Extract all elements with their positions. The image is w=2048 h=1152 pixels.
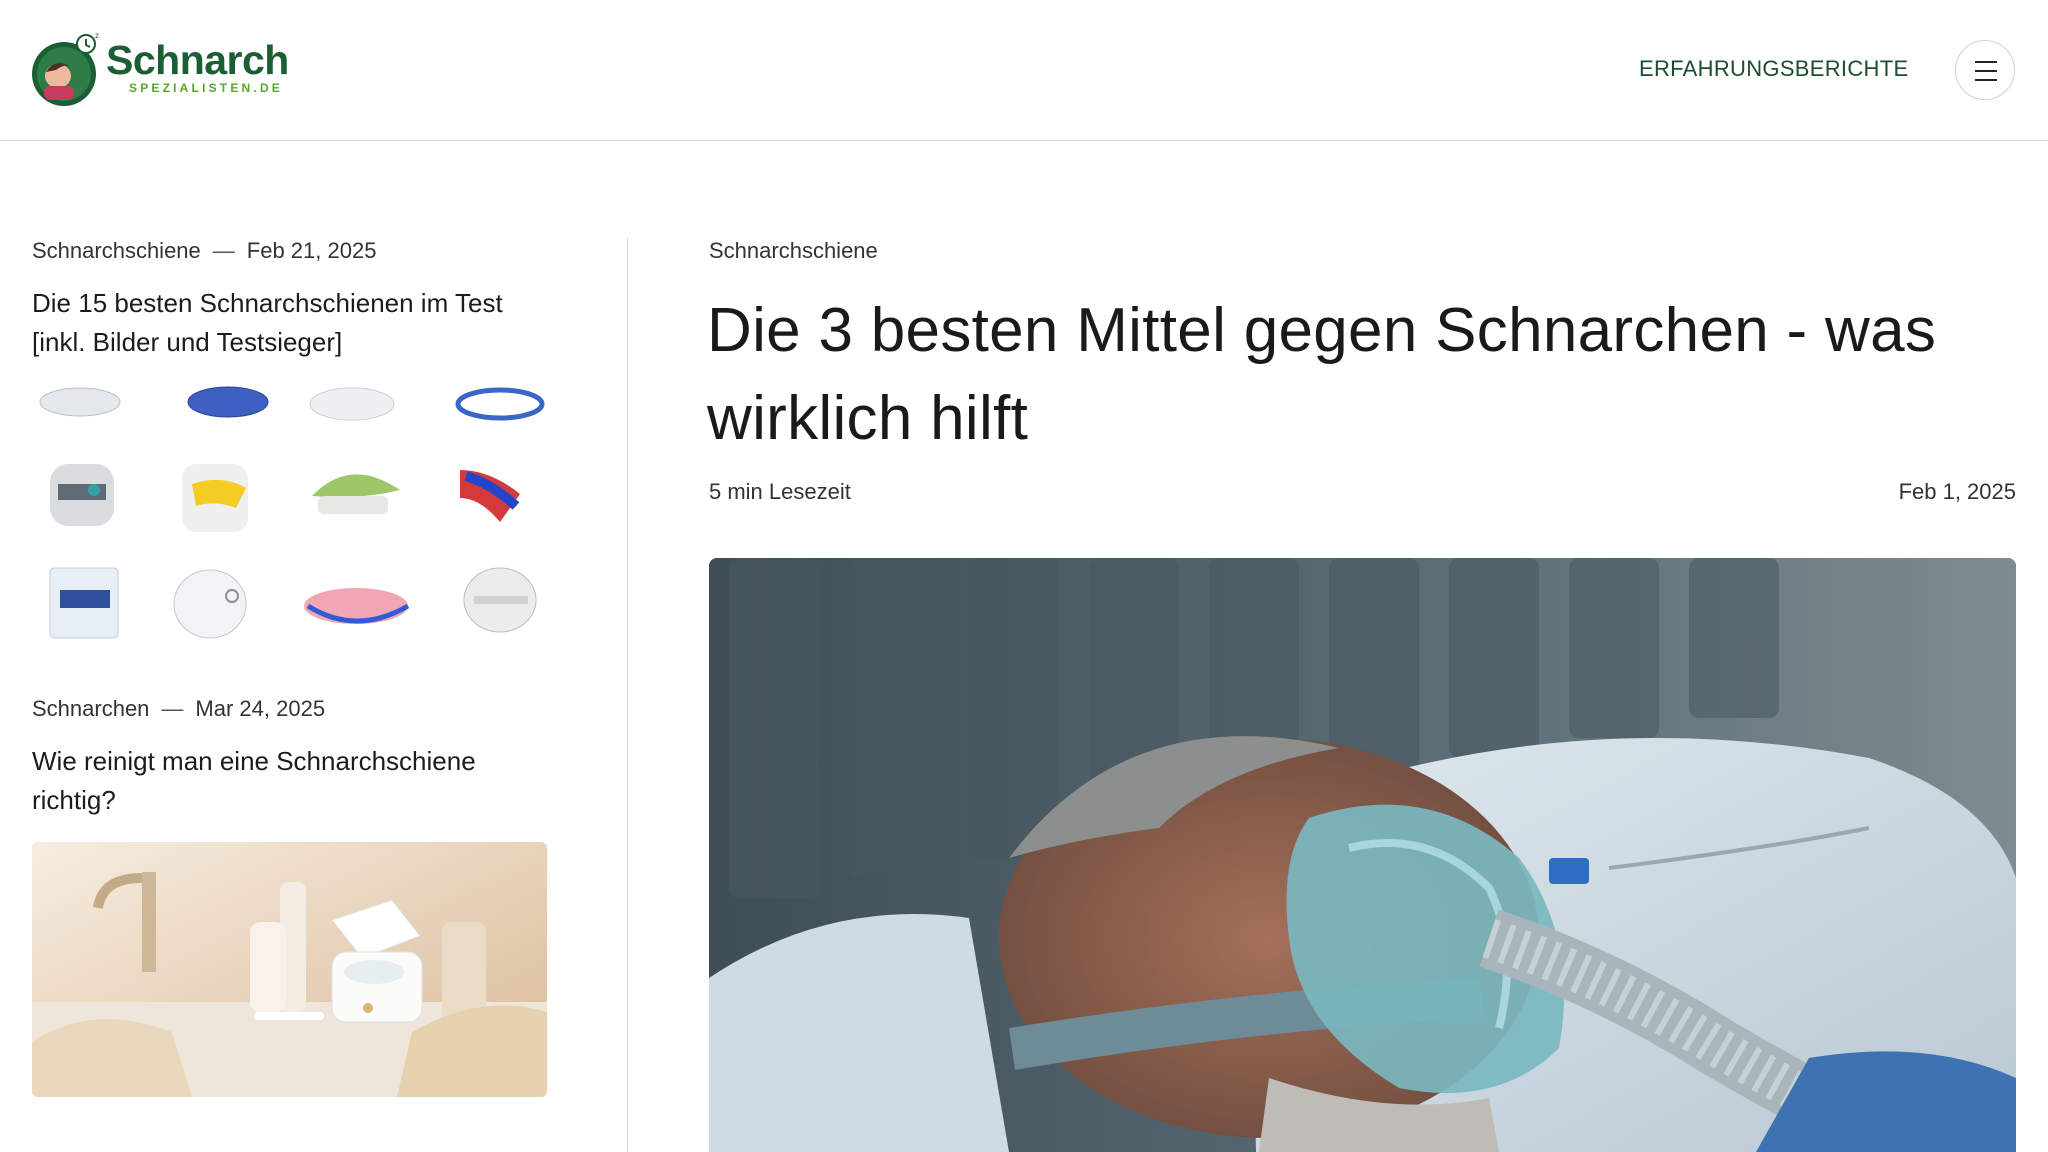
logo-title: Schnarch xyxy=(106,37,289,83)
nav-erfahrungsberichte-link[interactable]: ERFAHRUNGSBERICHTE xyxy=(1639,56,1908,82)
article-category[interactable]: Schnarchschiene xyxy=(32,238,201,263)
article-meta: Schnarchschiene — Feb 21, 2025 xyxy=(32,238,376,264)
main-article-title[interactable]: Die 3 besten Mittel gegen Schnarchen - w… xyxy=(707,287,2027,463)
logo-subtitle: SPEZIALISTEN.DE xyxy=(129,81,284,95)
main-article-hero-image[interactable] xyxy=(709,558,2016,1152)
splint-collage-image xyxy=(32,384,547,645)
meta-separator: — xyxy=(161,696,184,721)
main-article-date: Feb 1, 2025 xyxy=(1898,479,2016,504)
site-header: z Schnarch SPEZIALISTEN.DE ERFAHRUNGSBER… xyxy=(0,0,2048,141)
article-title-link[interactable]: Die 15 besten Schnarchschienen im Test [… xyxy=(32,284,547,362)
cpap-sleeper-photo-image xyxy=(709,558,2016,1152)
site-logo[interactable]: z Schnarch SPEZIALISTEN.DE xyxy=(32,30,292,106)
cleaning-photo-image xyxy=(32,842,547,1097)
logo-snoring-man-icon: z xyxy=(32,31,99,106)
main-article-category[interactable]: Schnarchschiene xyxy=(709,238,878,264)
article-date: Feb 21, 2025 xyxy=(246,238,377,263)
article-thumbnail-splints[interactable] xyxy=(32,384,547,645)
article-category[interactable]: Schnarchen xyxy=(32,696,149,721)
hamburger-menu-icon xyxy=(1975,61,1997,63)
article-title-link[interactable]: Wie reinigt man eine Schnarchschiene ric… xyxy=(32,742,547,820)
column-divider xyxy=(627,238,628,1152)
article-meta: Schnarchen — Mar 24, 2025 xyxy=(32,696,325,722)
svg-text:z: z xyxy=(95,31,99,40)
article-date: Mar 24, 2025 xyxy=(195,696,326,721)
menu-button[interactable] xyxy=(1955,40,2015,100)
meta-separator: — xyxy=(212,238,235,263)
main-article-read-time: 5 min Lesezeit xyxy=(709,479,851,504)
article-thumbnail-cleaning[interactable] xyxy=(32,842,547,1097)
